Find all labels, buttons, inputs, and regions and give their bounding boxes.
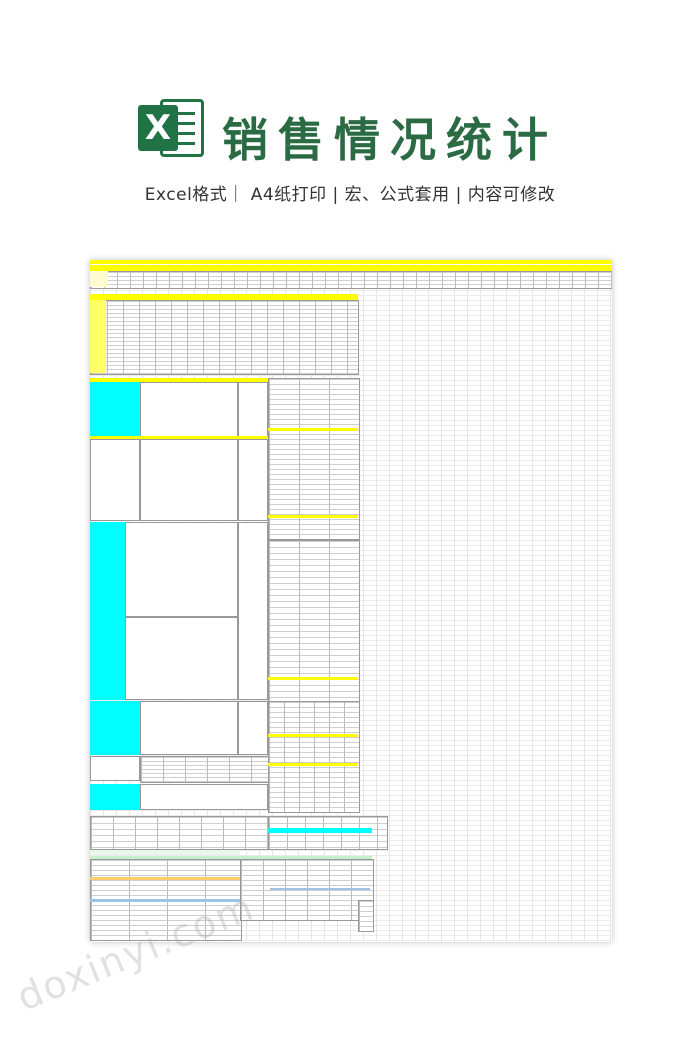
form-section-5-body	[140, 756, 270, 783]
form-section-3-side	[238, 522, 268, 700]
form-section-1-body	[140, 382, 238, 437]
top-table-title-band	[90, 260, 612, 264]
bottom-table-1-right	[268, 816, 388, 850]
bottom-table-1-band	[268, 828, 372, 833]
form-right-table-3	[268, 701, 360, 813]
bottom-orange-band	[90, 877, 240, 880]
form-section-4-side	[238, 701, 268, 755]
form-section-2-body	[140, 439, 238, 521]
form-section-4-label	[90, 701, 140, 755]
table2-index-column	[90, 300, 106, 373]
excel-icon: X	[138, 95, 204, 161]
bottom-table-3	[240, 859, 374, 921]
form-right-band-3	[268, 677, 358, 680]
top-table-label-column	[90, 271, 108, 287]
form-section-1-label	[90, 382, 140, 437]
bottom-side-cells	[358, 900, 374, 932]
top-table-body	[90, 271, 612, 289]
bottom-table-3-band	[270, 888, 370, 890]
form-section-6-body	[140, 784, 268, 810]
form-right-band-4	[268, 734, 358, 737]
form-section-2-side	[238, 439, 268, 521]
form-section-4-body	[140, 701, 238, 755]
form-right-band-2	[268, 515, 358, 518]
poster-header: X 销售情况统计 Excel格式｜ A4纸打印 | 宏、公式套用 | 内容可修改	[0, 0, 700, 240]
bottom-section-title	[90, 850, 240, 855]
form-section-3-body	[125, 522, 238, 617]
page-title: 销售情况统计	[222, 113, 558, 167]
form-section-5-label	[90, 756, 140, 781]
form-section-6-label	[90, 784, 140, 810]
spreadsheet-preview	[90, 260, 612, 942]
excel-icon-letter: X	[138, 105, 178, 151]
form-section-3-lower	[125, 617, 238, 700]
page-subtitle: Excel格式｜ A4纸打印 | 宏、公式套用 | 内容可修改	[144, 185, 556, 205]
table2-body	[90, 300, 359, 375]
form-section-2-label	[90, 439, 140, 521]
form-section-3-label	[90, 522, 125, 700]
form-right-band-5	[268, 763, 358, 766]
form-section-1-side	[238, 382, 268, 437]
form-right-band-1	[268, 428, 358, 431]
